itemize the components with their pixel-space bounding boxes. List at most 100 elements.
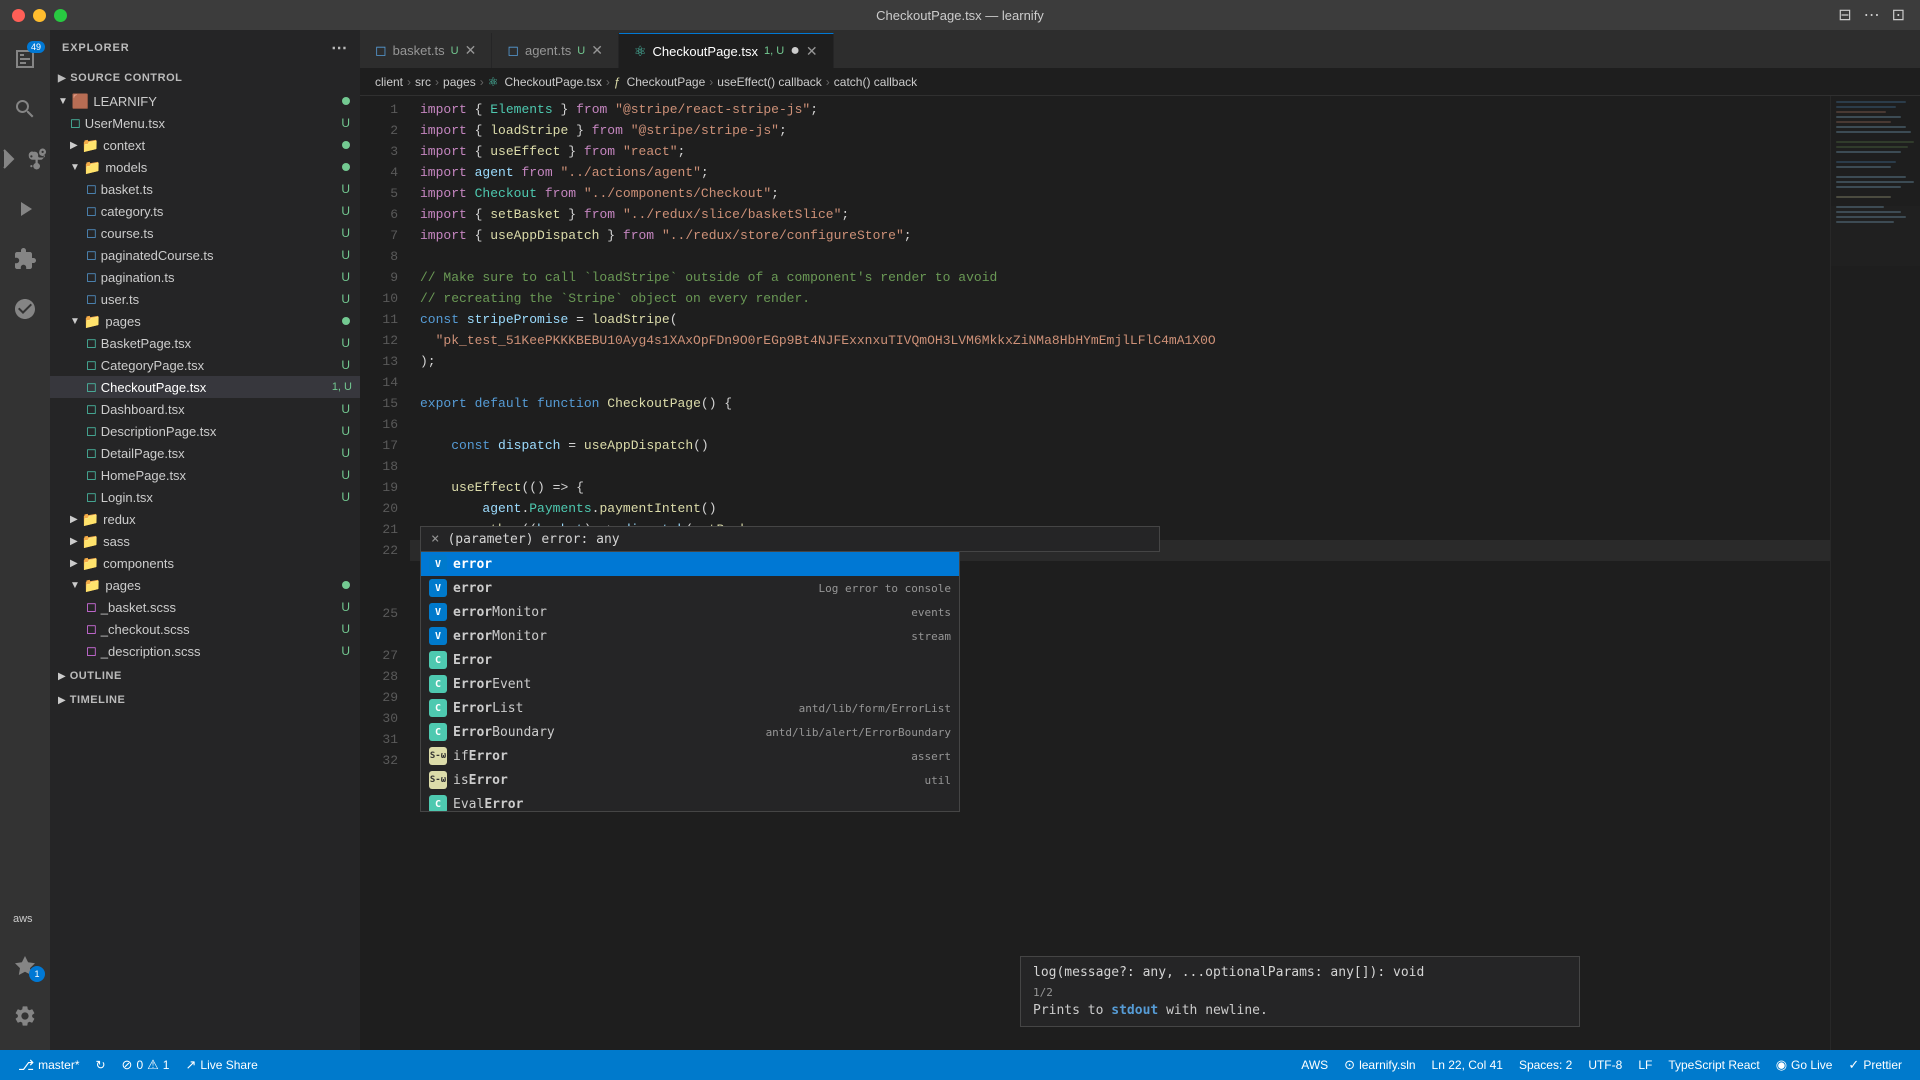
activity-settings[interactable]: [1, 992, 49, 1040]
file-basket-scss[interactable]: ◻ _basket.scss U: [50, 596, 360, 618]
activity-run[interactable]: [1, 185, 49, 233]
line-10: // recreating the `Stripe` object on eve…: [410, 288, 1830, 309]
file-homepage[interactable]: ◻ HomePage.tsx U: [50, 464, 360, 486]
minimize-button[interactable]: [33, 9, 46, 22]
bc-catch[interactable]: catch() callback: [834, 75, 917, 89]
toolbar-icon-1[interactable]: ⋯: [1864, 5, 1880, 25]
status-line-ending[interactable]: LF: [1630, 1058, 1660, 1072]
file-usermenu[interactable]: ◻ UserMenu.tsx U: [50, 112, 360, 134]
autocomplete-list[interactable]: V error V error Log error to console V: [420, 552, 960, 812]
explorer-header[interactable]: EXPLORER ⋯: [50, 30, 360, 66]
activity-explorer[interactable]: 49: [1, 35, 49, 83]
status-aws[interactable]: AWS: [1293, 1058, 1336, 1072]
tab-basket-close[interactable]: ✕: [465, 42, 477, 59]
status-errors[interactable]: ⊘ 0 ⚠ 1: [114, 1050, 178, 1080]
ac-item-iferror[interactable]: S-ω ifError assert: [421, 744, 959, 768]
file-login[interactable]: ◻ Login.tsx U: [50, 486, 360, 508]
code-editor[interactable]: 12345 678910 1112131415 1617181920 21222…: [360, 96, 1920, 1050]
ac-item-errorlist[interactable]: C ErrorList antd/lib/form/ErrorList: [421, 696, 959, 720]
tab-checkout[interactable]: ⚛ CheckoutPage.tsx 1, U ● ✕: [619, 33, 834, 68]
prettier-label: Prettier: [1863, 1058, 1902, 1072]
status-prettier[interactable]: ✓ Prettier: [1840, 1057, 1910, 1073]
activity-search[interactable]: [1, 85, 49, 133]
status-sync[interactable]: ↻: [87, 1050, 113, 1080]
folder-context[interactable]: ▶ 📁 context: [50, 134, 360, 156]
status-encoding[interactable]: UTF-8: [1580, 1058, 1630, 1072]
file-checkoutpage[interactable]: ◻ CheckoutPage.tsx 1, U: [50, 376, 360, 398]
bc-pages[interactable]: pages: [443, 75, 476, 89]
param-close[interactable]: ×: [431, 531, 439, 547]
pages-sass-label: pages: [105, 578, 140, 593]
folder-models[interactable]: ▼ 📁 models: [50, 156, 360, 178]
file-category-ts[interactable]: ◻ category.ts U: [50, 200, 360, 222]
status-learnify[interactable]: ⊙ learnify.sln: [1336, 1057, 1423, 1073]
status-branch[interactable]: ⎇ master*: [10, 1050, 87, 1080]
status-position[interactable]: Ln 22, Col 41: [1424, 1058, 1511, 1072]
file-description-scss[interactable]: ◻ _description.scss U: [50, 640, 360, 662]
timeline-header[interactable]: ▶ TIMELINE: [50, 690, 360, 710]
tab-checkout-close[interactable]: ✕: [806, 43, 818, 60]
bc-component[interactable]: CheckoutPage: [627, 75, 706, 89]
explorer-menu-icon[interactable]: ⋯: [331, 38, 348, 58]
file-course-ts[interactable]: ◻ course.ts U: [50, 222, 360, 244]
folder-pages[interactable]: ▼ 📁 pages: [50, 310, 360, 332]
file-categorypage[interactable]: ◻ CategoryPage.tsx U: [50, 354, 360, 376]
category-ts-badge: U: [341, 204, 360, 218]
ac-item-errormonitor1[interactable]: V errorMonitor events: [421, 600, 959, 624]
status-go-live[interactable]: ◉ Go Live: [1768, 1057, 1841, 1073]
ac-icon-var-2: V: [429, 579, 447, 597]
ac-item-errorboundary[interactable]: C ErrorBoundary antd/lib/alert/ErrorBoun…: [421, 720, 959, 744]
ac-item-error-class[interactable]: C Error: [421, 648, 959, 672]
status-live-share[interactable]: ↗ Live Share: [177, 1050, 265, 1080]
activity-source-control[interactable]: [1, 135, 49, 183]
ac-item-errormonitor2[interactable]: V errorMonitor stream: [421, 624, 959, 648]
split-editor-icon[interactable]: ⊟: [1838, 5, 1851, 25]
folder-components[interactable]: ▶ 📁 components: [50, 552, 360, 574]
line-4: import agent from "../actions/agent";: [410, 162, 1830, 183]
ac-item-iserror[interactable]: S-ω isError util: [421, 768, 959, 792]
folder-sass[interactable]: ▶ 📁 sass: [50, 530, 360, 552]
source-control-section[interactable]: ▶ SOURCE CONTROL: [50, 66, 360, 90]
close-button[interactable]: [12, 9, 25, 22]
ac-item-evalerror[interactable]: C EvalError: [421, 792, 959, 812]
tab-basket[interactable]: ◻ basket.ts U ✕: [360, 33, 492, 68]
file-descriptionpage[interactable]: ◻ DescriptionPage.tsx U: [50, 420, 360, 442]
bc-filename[interactable]: CheckoutPage.tsx: [504, 75, 601, 89]
tab-checkout-badge: 1, U: [764, 45, 784, 57]
toolbar-icon-2[interactable]: ⊡: [1892, 5, 1905, 25]
file-paginated-course[interactable]: ◻ paginatedCourse.ts U: [50, 244, 360, 266]
file-user-ts[interactable]: ◻ user.ts U: [50, 288, 360, 310]
status-language[interactable]: TypeScript React: [1660, 1058, 1767, 1072]
status-spaces[interactable]: Spaces: 2: [1511, 1058, 1580, 1072]
bc-useeffect[interactable]: useEffect() callback: [717, 75, 822, 89]
ac-item-error-selected[interactable]: V error: [421, 552, 959, 576]
ac-source-iferror: assert: [911, 750, 951, 763]
line-15: export default function CheckoutPage() {: [410, 393, 1830, 414]
bc-src[interactable]: src: [415, 75, 431, 89]
file-basket-ts[interactable]: ◻ basket.ts U: [50, 178, 360, 200]
activity-extensions[interactable]: [1, 235, 49, 283]
file-dashboard[interactable]: ◻ Dashboard.tsx U: [50, 398, 360, 420]
detailpage-badge: U: [341, 446, 360, 460]
activity-aws[interactable]: aws: [1, 892, 49, 940]
bc-client[interactable]: client: [375, 75, 403, 89]
prettier-icon: ✓: [1848, 1057, 1859, 1073]
ac-item-errorevent[interactable]: C ErrorEvent: [421, 672, 959, 696]
activity-liveshare[interactable]: 1: [1, 942, 49, 990]
file-checkout-scss[interactable]: ◻ _checkout.scss U: [50, 618, 360, 640]
activity-remote[interactable]: [1, 285, 49, 333]
tab-agent-close[interactable]: ✕: [591, 42, 603, 59]
folder-pages-sass[interactable]: ▼ 📁 pages: [50, 574, 360, 596]
folder-redux[interactable]: ▶ 📁 redux: [50, 508, 360, 530]
learnify-root[interactable]: ▼ 🟫 LEARNIFY: [50, 90, 360, 112]
file-pagination-ts[interactable]: ◻ pagination.ts U: [50, 266, 360, 288]
file-basketpage[interactable]: ◻ BasketPage.tsx U: [50, 332, 360, 354]
bc-sep6: ›: [826, 75, 830, 89]
outline-header[interactable]: ▶ OUTLINE: [50, 666, 360, 686]
ac-item-error[interactable]: V error Log error to console: [421, 576, 959, 600]
file-detailpage[interactable]: ◻ DetailPage.tsx U: [50, 442, 360, 464]
tab-agent[interactable]: ◻ agent.ts U ✕: [492, 33, 619, 68]
line-19: useEffect(() => {: [410, 477, 1830, 498]
dashboard-label: Dashboard.tsx: [101, 402, 185, 417]
maximize-button[interactable]: [54, 9, 67, 22]
